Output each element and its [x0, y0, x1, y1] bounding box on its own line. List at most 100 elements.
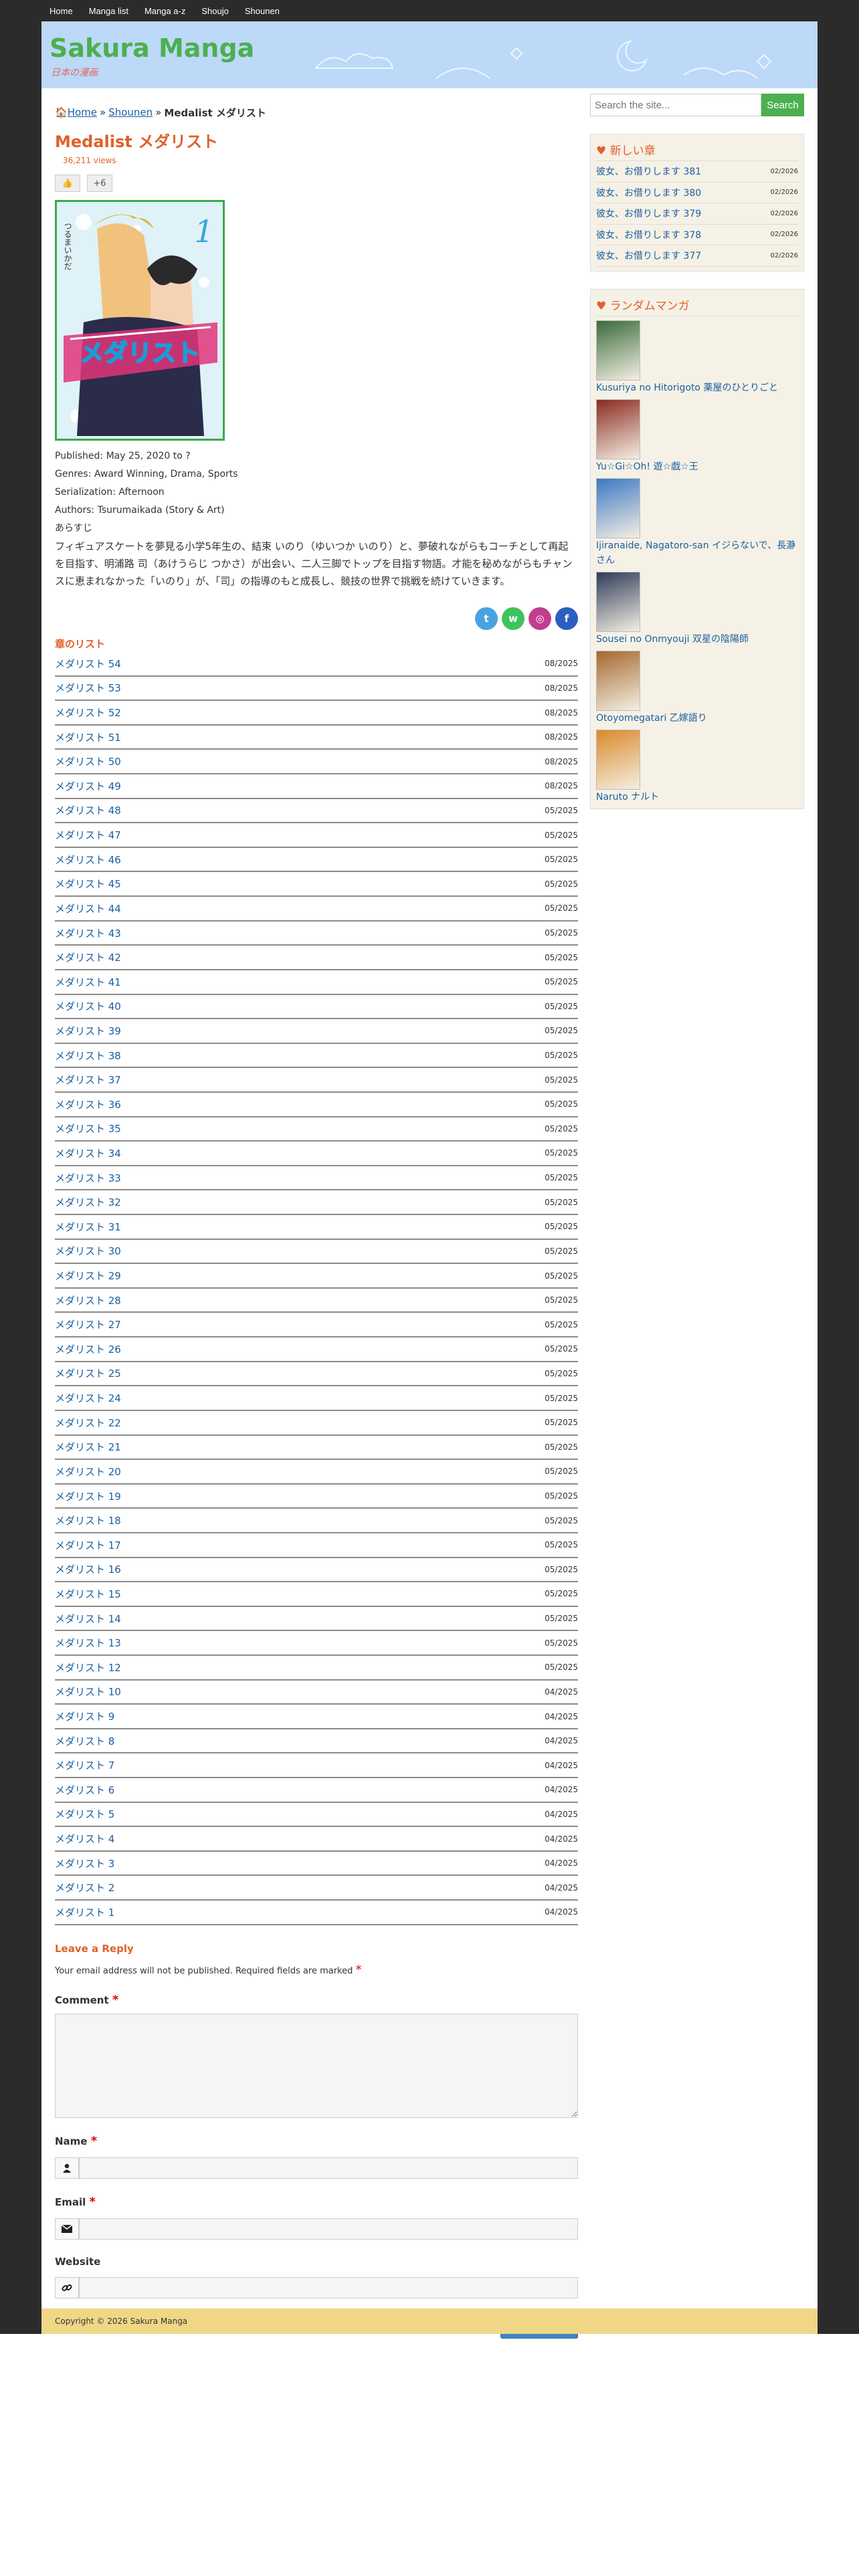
chapter-link[interactable]: メダリスト 41	[55, 975, 121, 989]
chapter-link[interactable]: メダリスト 30	[55, 1244, 121, 1258]
chapter-link[interactable]: メダリスト 22	[55, 1416, 121, 1430]
random-manga-link[interactable]: Yu☆Gi☆Oh! 遊☆戯☆王	[596, 461, 698, 472]
nav-manga-list[interactable]: Manga list	[89, 6, 128, 16]
new-chapter-link[interactable]: 彼女、お借りします 378	[596, 228, 701, 241]
name-input[interactable]	[79, 2157, 578, 2179]
manga-thumbnail[interactable]	[596, 477, 640, 538]
random-manga-link[interactable]: Otoyomegatari 乙嫁語り	[596, 713, 707, 724]
chapter-link[interactable]: メダリスト 4	[55, 1832, 114, 1846]
manga-thumbnail[interactable]	[596, 320, 640, 381]
instagram-icon[interactable]: ◎	[529, 607, 551, 630]
facebook-icon[interactable]: f	[555, 607, 578, 630]
random-manga-link[interactable]: Naruto ナルト	[596, 792, 659, 802]
random-manga-title: ♥ ランダムマンガ	[596, 294, 798, 316]
chapter-link[interactable]: メダリスト 40	[55, 999, 121, 1013]
chapter-link[interactable]: メダリスト 35	[55, 1121, 121, 1136]
chapter-link[interactable]: メダリスト 26	[55, 1342, 121, 1356]
chapter-link[interactable]: メダリスト 32	[55, 1195, 121, 1209]
chapter-link[interactable]: メダリスト 44	[55, 901, 121, 916]
random-manga-item[interactable]: Sousei no Onmyouji 双星の陰陽師	[596, 571, 798, 647]
twitter-icon[interactable]: t	[475, 607, 498, 630]
chapter-link[interactable]: メダリスト 39	[55, 1024, 121, 1038]
new-chapter-link[interactable]: 彼女、お借りします 377	[596, 249, 701, 262]
chapter-link[interactable]: メダリスト 34	[55, 1146, 121, 1160]
whatsapp-icon[interactable]: w	[502, 607, 524, 630]
chapter-link[interactable]: メダリスト 52	[55, 706, 121, 720]
random-manga-link[interactable]: Ijiranaide, Nagatoro-san イジらないで、長瀞さん	[596, 540, 795, 566]
website-input[interactable]	[79, 2276, 578, 2298]
chapter-link[interactable]: メダリスト 6	[55, 1783, 114, 1797]
chapter-link[interactable]: メダリスト 29	[55, 1269, 121, 1283]
chapter-link[interactable]: メダリスト 27	[55, 1317, 121, 1331]
chapter-link[interactable]: メダリスト 24	[55, 1391, 121, 1405]
email-input[interactable]	[79, 2218, 578, 2240]
chapter-link[interactable]: メダリスト 8	[55, 1734, 114, 1748]
nav-home[interactable]: Home	[50, 6, 73, 16]
chapter-link[interactable]: メダリスト 10	[55, 1685, 121, 1699]
chapter-link[interactable]: メダリスト 42	[55, 950, 121, 964]
chapter-link[interactable]: メダリスト 16	[55, 1562, 121, 1576]
chapter-link[interactable]: メダリスト 45	[55, 877, 121, 891]
chapter-link[interactable]: メダリスト 46	[55, 853, 121, 867]
chapter-link[interactable]: メダリスト 43	[55, 926, 121, 940]
breadcrumb-home[interactable]: Home	[68, 106, 97, 118]
chapter-link[interactable]: メダリスト 47	[55, 828, 121, 842]
chapter-link[interactable]: メダリスト 2	[55, 1881, 114, 1895]
plus-vote-button[interactable]: +6	[87, 175, 112, 192]
chapter-link[interactable]: メダリスト 19	[55, 1489, 121, 1503]
manga-thumbnail[interactable]	[596, 729, 640, 790]
chapter-link[interactable]: メダリスト 17	[55, 1538, 121, 1552]
chapter-link[interactable]: メダリスト 31	[55, 1220, 121, 1234]
chapter-link[interactable]: メダリスト 12	[55, 1660, 121, 1675]
chapter-link[interactable]: メダリスト 51	[55, 730, 121, 744]
search-input[interactable]	[590, 94, 761, 116]
chapter-link[interactable]: メダリスト 53	[55, 681, 121, 695]
chapter-link[interactable]: メダリスト 18	[55, 1513, 121, 1527]
chapter-row: メダリスト 25 05/2025	[55, 1362, 578, 1387]
chapter-link[interactable]: メダリスト 14	[55, 1612, 121, 1626]
manga-thumbnail[interactable]	[596, 571, 640, 632]
random-manga-item[interactable]: Otoyomegatari 乙嫁語り	[596, 650, 798, 726]
nav-shounen[interactable]: Shounen	[245, 6, 280, 16]
chapter-link[interactable]: メダリスト 33	[55, 1171, 121, 1185]
like-button[interactable]: 👍	[55, 175, 80, 192]
chapter-link[interactable]: メダリスト 37	[55, 1073, 121, 1087]
nav-shoujo[interactable]: Shoujo	[201, 6, 228, 16]
chapter-link[interactable]: メダリスト 9	[55, 1709, 114, 1723]
manga-thumbnail[interactable]	[596, 650, 640, 711]
chapter-link[interactable]: メダリスト 36	[55, 1097, 121, 1111]
chapter-date: 04/2025	[545, 1687, 578, 1697]
chapter-link[interactable]: メダリスト 3	[55, 1856, 114, 1870]
chapter-link[interactable]: メダリスト 50	[55, 754, 121, 768]
chapter-link[interactable]: メダリスト 21	[55, 1440, 121, 1454]
comment-textarea[interactable]	[55, 2013, 578, 2118]
breadcrumb-category[interactable]: Shounen	[108, 106, 153, 118]
chapter-link[interactable]: メダリスト 49	[55, 779, 121, 793]
chapter-link[interactable]: メダリスト 38	[55, 1049, 121, 1063]
chapter-row: メダリスト 17 05/2025	[55, 1533, 578, 1558]
chapter-link[interactable]: メダリスト 15	[55, 1587, 121, 1601]
random-manga-item[interactable]: Kusuriya no Hitorigoto 薬屋のひとりごと	[596, 320, 798, 395]
chapter-link[interactable]: メダリスト 20	[55, 1465, 121, 1479]
chapter-link[interactable]: メダリスト 7	[55, 1758, 114, 1772]
new-chapter-link[interactable]: 彼女、お借りします 381	[596, 165, 701, 178]
chapter-link[interactable]: メダリスト 48	[55, 803, 121, 817]
new-chapter-link[interactable]: 彼女、お借りします 380	[596, 186, 701, 199]
random-manga-item[interactable]: Naruto ナルト	[596, 729, 798, 804]
chapter-link[interactable]: メダリスト 25	[55, 1366, 121, 1380]
chapter-link[interactable]: メダリスト 5	[55, 1807, 114, 1821]
manga-thumbnail[interactable]	[596, 399, 640, 459]
chapter-link[interactable]: メダリスト 54	[55, 657, 121, 671]
site-title[interactable]: Sakura Manga	[50, 33, 254, 63]
chapter-link[interactable]: メダリスト 28	[55, 1293, 121, 1307]
search-button[interactable]: Search	[761, 94, 804, 116]
chapter-link[interactable]: メダリスト 1	[55, 1905, 114, 1919]
random-manga-link[interactable]: Sousei no Onmyouji 双星の陰陽師	[596, 634, 749, 645]
new-chapter-link[interactable]: 彼女、お借りします 379	[596, 207, 701, 220]
chapter-row: メダリスト 7 04/2025	[55, 1753, 578, 1779]
random-manga-item[interactable]: Ijiranaide, Nagatoro-san イジらないで、長瀞さん	[596, 477, 798, 568]
nav-manga-a-z[interactable]: Manga a-z	[145, 6, 185, 16]
chapter-link[interactable]: メダリスト 13	[55, 1636, 121, 1650]
random-manga-link[interactable]: Kusuriya no Hitorigoto 薬屋のひとりごと	[596, 383, 778, 393]
random-manga-item[interactable]: Yu☆Gi☆Oh! 遊☆戯☆王	[596, 399, 798, 474]
